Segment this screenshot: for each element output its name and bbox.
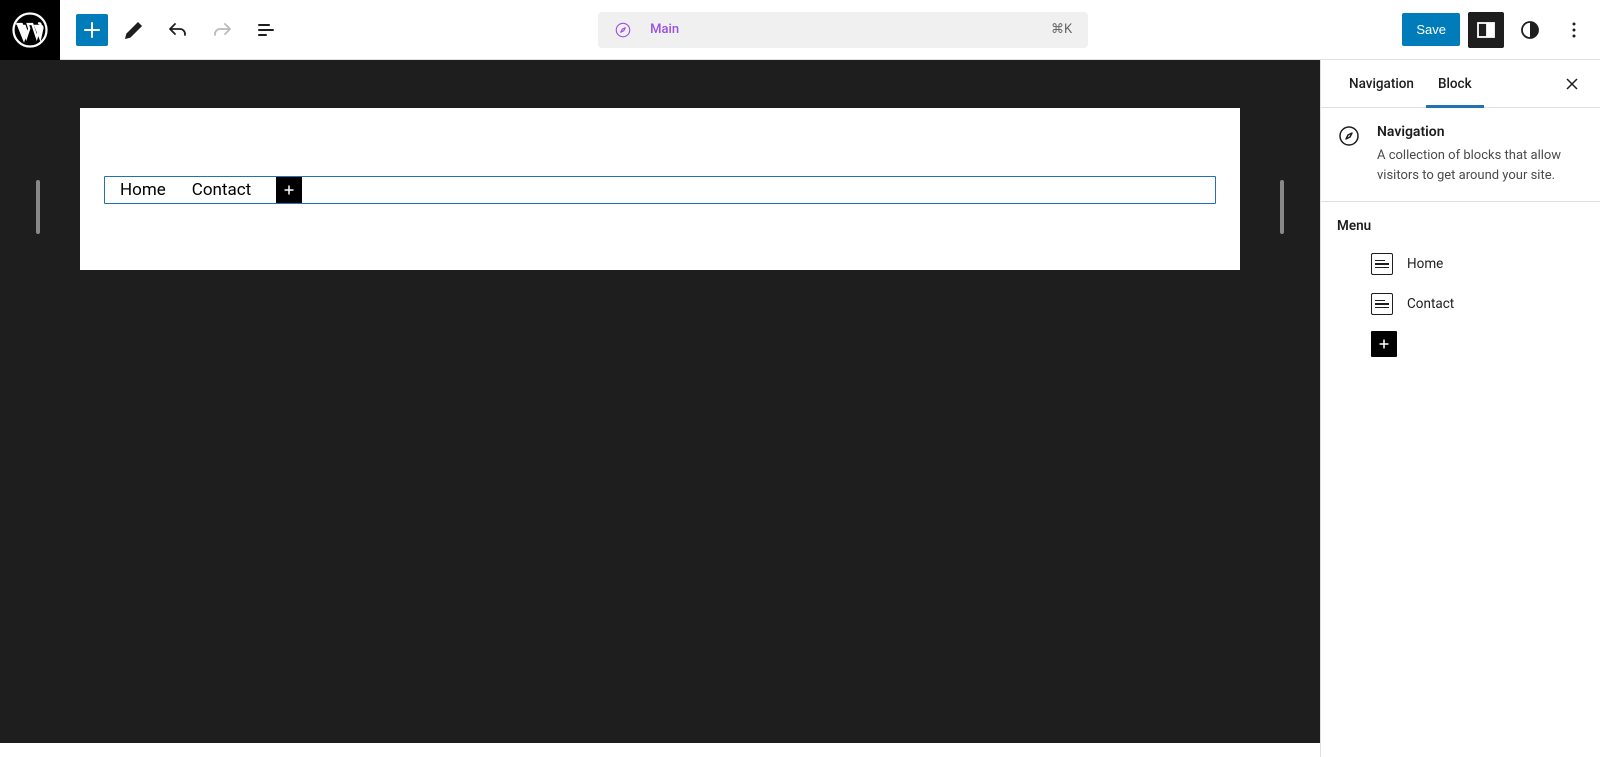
save-button[interactable]: Save xyxy=(1402,13,1460,46)
undo-button[interactable] xyxy=(160,12,196,48)
sidebar-tabs: Navigation Block xyxy=(1321,60,1600,108)
document-bar[interactable]: Main ⌘K xyxy=(598,12,1088,48)
block-card: Navigation A collection of blocks that a… xyxy=(1321,108,1600,202)
resize-handle-left[interactable] xyxy=(36,180,40,234)
menu-item-contact[interactable]: Contact xyxy=(1371,290,1584,318)
editor-canvas[interactable]: Home Contact xyxy=(80,108,1240,270)
page-icon xyxy=(1371,253,1393,275)
settings-sidebar: Navigation Block Navigation A collection… xyxy=(1320,60,1600,757)
edit-tool-button[interactable] xyxy=(116,12,152,48)
editor-canvas-area: Home Contact xyxy=(0,60,1320,757)
menu-item-label: Home xyxy=(1407,256,1443,272)
styles-button[interactable] xyxy=(1512,12,1548,48)
nav-block-appender[interactable] xyxy=(276,177,302,203)
document-title: Main xyxy=(642,22,1041,37)
options-menu-button[interactable] xyxy=(1556,12,1592,48)
close-sidebar-button[interactable] xyxy=(1560,72,1584,96)
block-title: Navigation xyxy=(1377,124,1584,140)
menu-panel: Menu Home Contact xyxy=(1321,202,1600,374)
redo-button xyxy=(204,12,240,48)
block-description: A collection of blocks that allow visito… xyxy=(1377,146,1584,185)
block-inserter-button[interactable] xyxy=(76,14,108,46)
wordpress-logo[interactable] xyxy=(0,0,60,60)
page-icon xyxy=(1371,293,1393,315)
document-overview-button[interactable] xyxy=(248,12,284,48)
tab-navigation[interactable]: Navigation xyxy=(1337,60,1426,108)
resize-handle-right[interactable] xyxy=(1280,180,1284,234)
top-toolbar: Main ⌘K Save xyxy=(0,0,1600,60)
shortcut-hint: ⌘K xyxy=(1051,22,1072,37)
nav-link-home[interactable]: Home xyxy=(107,180,179,200)
menu-add-item[interactable] xyxy=(1371,330,1584,358)
compass-icon xyxy=(1337,124,1361,148)
menu-item-home[interactable]: Home xyxy=(1371,250,1584,278)
menu-item-label: Contact xyxy=(1407,296,1454,312)
compass-icon xyxy=(614,21,632,39)
plus-icon xyxy=(1371,331,1397,357)
nav-link-contact[interactable]: Contact xyxy=(179,180,264,200)
menu-panel-title: Menu xyxy=(1337,218,1584,234)
settings-panel-toggle[interactable] xyxy=(1468,12,1504,48)
tab-block[interactable]: Block xyxy=(1426,60,1484,108)
navigation-block[interactable]: Home Contact xyxy=(104,176,1216,204)
